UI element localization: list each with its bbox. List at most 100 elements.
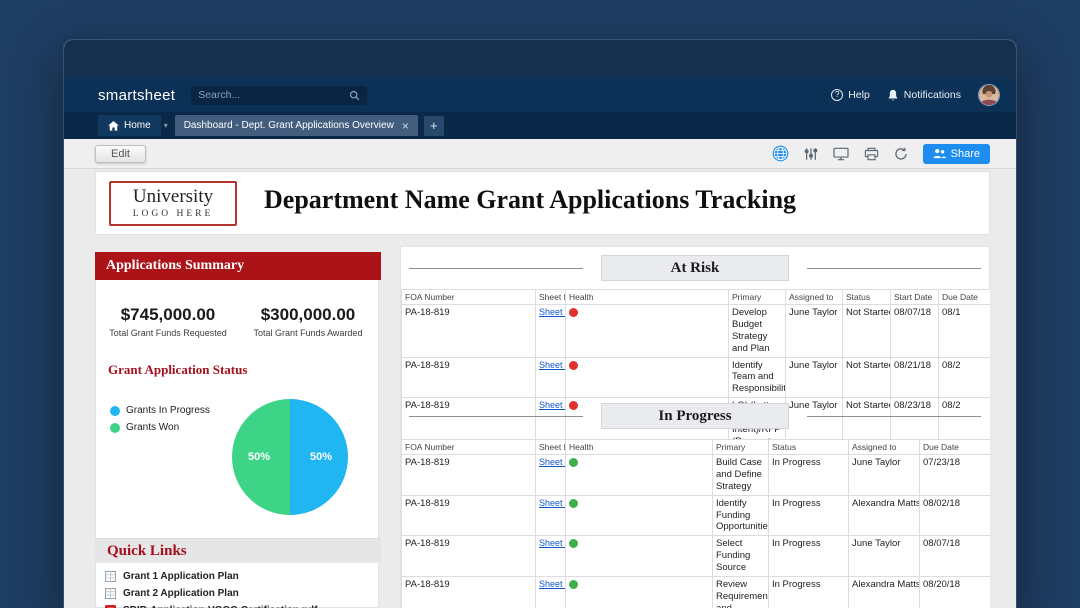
column-header: Due Date: [920, 440, 991, 455]
tab-dropdown-caret-icon[interactable]: ▾: [164, 121, 168, 130]
cell-due-date: 08/2: [939, 357, 991, 398]
dashboard-canvas: University LOGO HERE Department Name Gra…: [64, 169, 1016, 608]
cell-primary: Review Requirements and Guidelines: [713, 576, 769, 608]
filter-sliders-icon[interactable]: [804, 147, 818, 161]
divider-line: [807, 416, 981, 417]
tab-active-dashboard[interactable]: Dashboard - Dept. Grant Applications Ove…: [175, 115, 418, 136]
cell-primary: Identify Team and Responsibilities: [729, 357, 786, 398]
quick-link[interactable]: Grant 1 Application Plan: [96, 568, 378, 585]
search-icon[interactable]: [349, 90, 360, 101]
notifications-button[interactable]: Notifications: [887, 89, 961, 102]
reports-widget: At Risk FOA NumberSheet NameHealthPrimar…: [400, 246, 990, 608]
health-dot: [569, 361, 578, 370]
column-header: Status: [843, 290, 891, 305]
cell-health: [566, 536, 713, 577]
metric-label: Total Grant Funds Requested: [98, 328, 238, 338]
column-header: FOA Number: [402, 290, 536, 305]
divider-line: [409, 416, 583, 417]
quick-links-list: Grant 1 Application Plan Grant 2 Applica…: [96, 568, 378, 608]
quick-link-file-icon: [105, 588, 116, 599]
quick-link[interactable]: SBIR-Application-VGQC-Certification.pdf: [96, 602, 378, 608]
cell-sheet-name: Sheet - Grant 1 Application Plan: [536, 305, 566, 358]
dashboard-title-widget: University LOGO HERE Department Name Gra…: [95, 171, 990, 235]
sheet-link[interactable]: Sheet - Grant 1 Application Plan: [539, 498, 566, 508]
sheet-link[interactable]: Sheet - Grant 1 Application Plan: [539, 307, 566, 317]
section-title-in-progress: In Progress: [601, 403, 789, 429]
publish-globe-icon[interactable]: [772, 145, 789, 162]
sheet-link[interactable]: Sheet - Grant 1 Application Plan: [539, 538, 566, 548]
refresh-icon[interactable]: [894, 147, 908, 161]
cell-health: [566, 455, 713, 496]
sheet-link[interactable]: Sheet - Grant 1 Application Plan: [539, 360, 566, 370]
app-header: smartsheet ? Help Notifications: [64, 78, 1016, 112]
legend-label: Grants Won: [126, 422, 179, 433]
tab-close-icon[interactable]: ×: [402, 121, 409, 131]
column-header: Status: [769, 440, 849, 455]
cell-foa-number: PA-18-819: [402, 357, 536, 398]
health-dot: [569, 308, 578, 317]
share-button[interactable]: Share: [923, 144, 990, 164]
help-icon: ?: [831, 89, 843, 101]
pie-slice-label-won: 50%: [248, 451, 270, 463]
print-icon[interactable]: [864, 147, 879, 161]
edit-button[interactable]: Edit: [95, 145, 146, 163]
share-label: Share: [951, 148, 980, 160]
page-title: Department Name Grant Applications Track…: [264, 185, 796, 215]
cell-primary: Develop Budget Strategy and Plan: [729, 305, 786, 358]
column-header: Sheet Name: [536, 290, 566, 305]
new-tab-button[interactable]: +: [424, 116, 444, 136]
section-header-at-risk: At Risk: [409, 255, 981, 281]
in-progress-table: FOA NumberSheet NameHealthPrimaryStatusA…: [401, 439, 990, 608]
divider-line: [807, 268, 981, 269]
cell-sheet-name: Sheet - Grant 1 Application Plan: [536, 357, 566, 398]
cell-assigned-to: Alexandra Mattson: [849, 495, 920, 536]
logo-line1: University: [111, 186, 235, 208]
cell-foa-number: PA-18-819: [402, 495, 536, 536]
smartsheet-logo: smartsheet: [98, 87, 175, 104]
health-dot: [569, 499, 578, 508]
cell-sheet-name: Sheet - Grant 1 Application Plan: [536, 455, 566, 496]
cell-status: In Progress: [769, 495, 849, 536]
home-icon: [108, 121, 119, 131]
cell-due-date: 08/20/18: [920, 576, 991, 608]
health-dot: [569, 580, 578, 589]
search-input[interactable]: [198, 89, 349, 101]
search-box: [191, 86, 367, 105]
pie-chart-title: Grant Application Status: [108, 362, 247, 378]
cell-due-date: 08/1: [939, 305, 991, 358]
legend-label: Grants In Progress: [126, 405, 210, 416]
sheet-link[interactable]: Sheet - Grant 1 Application Plan: [539, 579, 566, 589]
cell-status: In Progress: [769, 536, 849, 577]
metric-funds-requested: $745,000.00 Total Grant Funds Requested: [98, 305, 238, 338]
sheet-link[interactable]: Sheet - Grant 1 Application Plan: [539, 457, 566, 467]
cell-status: Not Started: [843, 357, 891, 398]
cell-foa-number: PA-18-819: [402, 455, 536, 496]
header-actions: ? Help Notifications: [831, 84, 1000, 106]
legend-swatch-blue: [110, 406, 120, 416]
cell-health: [566, 495, 713, 536]
metric-value: $300,000.00: [238, 305, 378, 325]
cell-status: In Progress: [769, 455, 849, 496]
bell-icon: [887, 89, 899, 102]
help-button[interactable]: ? Help: [831, 89, 870, 101]
help-label: Help: [848, 89, 870, 101]
pie-legend: Grants In Progress Grants Won: [110, 402, 210, 436]
tab-bar: Home ▾ Dashboard - Dept. Grant Applicati…: [64, 112, 1016, 139]
column-header: Start Date: [891, 290, 939, 305]
quick-links-header: Quick Links: [95, 538, 381, 563]
quick-link-label: Grant 1 Application Plan: [123, 571, 239, 582]
table-row: PA-18-819 Sheet - Grant 1 Application Pl…: [402, 576, 991, 608]
summary-metrics: $745,000.00 Total Grant Funds Requested …: [98, 305, 378, 338]
dashboard-toolbar: Edit: [64, 139, 1016, 169]
column-header: Primary: [713, 440, 769, 455]
applications-summary-widget: Applications Summary $745,000.00 Total G…: [95, 252, 379, 608]
fullscreen-monitor-icon[interactable]: [833, 147, 849, 161]
quick-link[interactable]: Grant 2 Application Plan: [96, 585, 378, 602]
quick-link-label: Grant 2 Application Plan: [123, 588, 239, 599]
user-avatar[interactable]: [978, 84, 1000, 106]
section-header-in-progress: In Progress: [409, 403, 981, 429]
cell-foa-number: PA-18-819: [402, 576, 536, 608]
tab-home[interactable]: Home: [98, 115, 161, 136]
logo-line2: LOGO HERE: [111, 209, 235, 219]
table-row: PA-18-819 Sheet - Grant 1 Application Pl…: [402, 495, 991, 536]
